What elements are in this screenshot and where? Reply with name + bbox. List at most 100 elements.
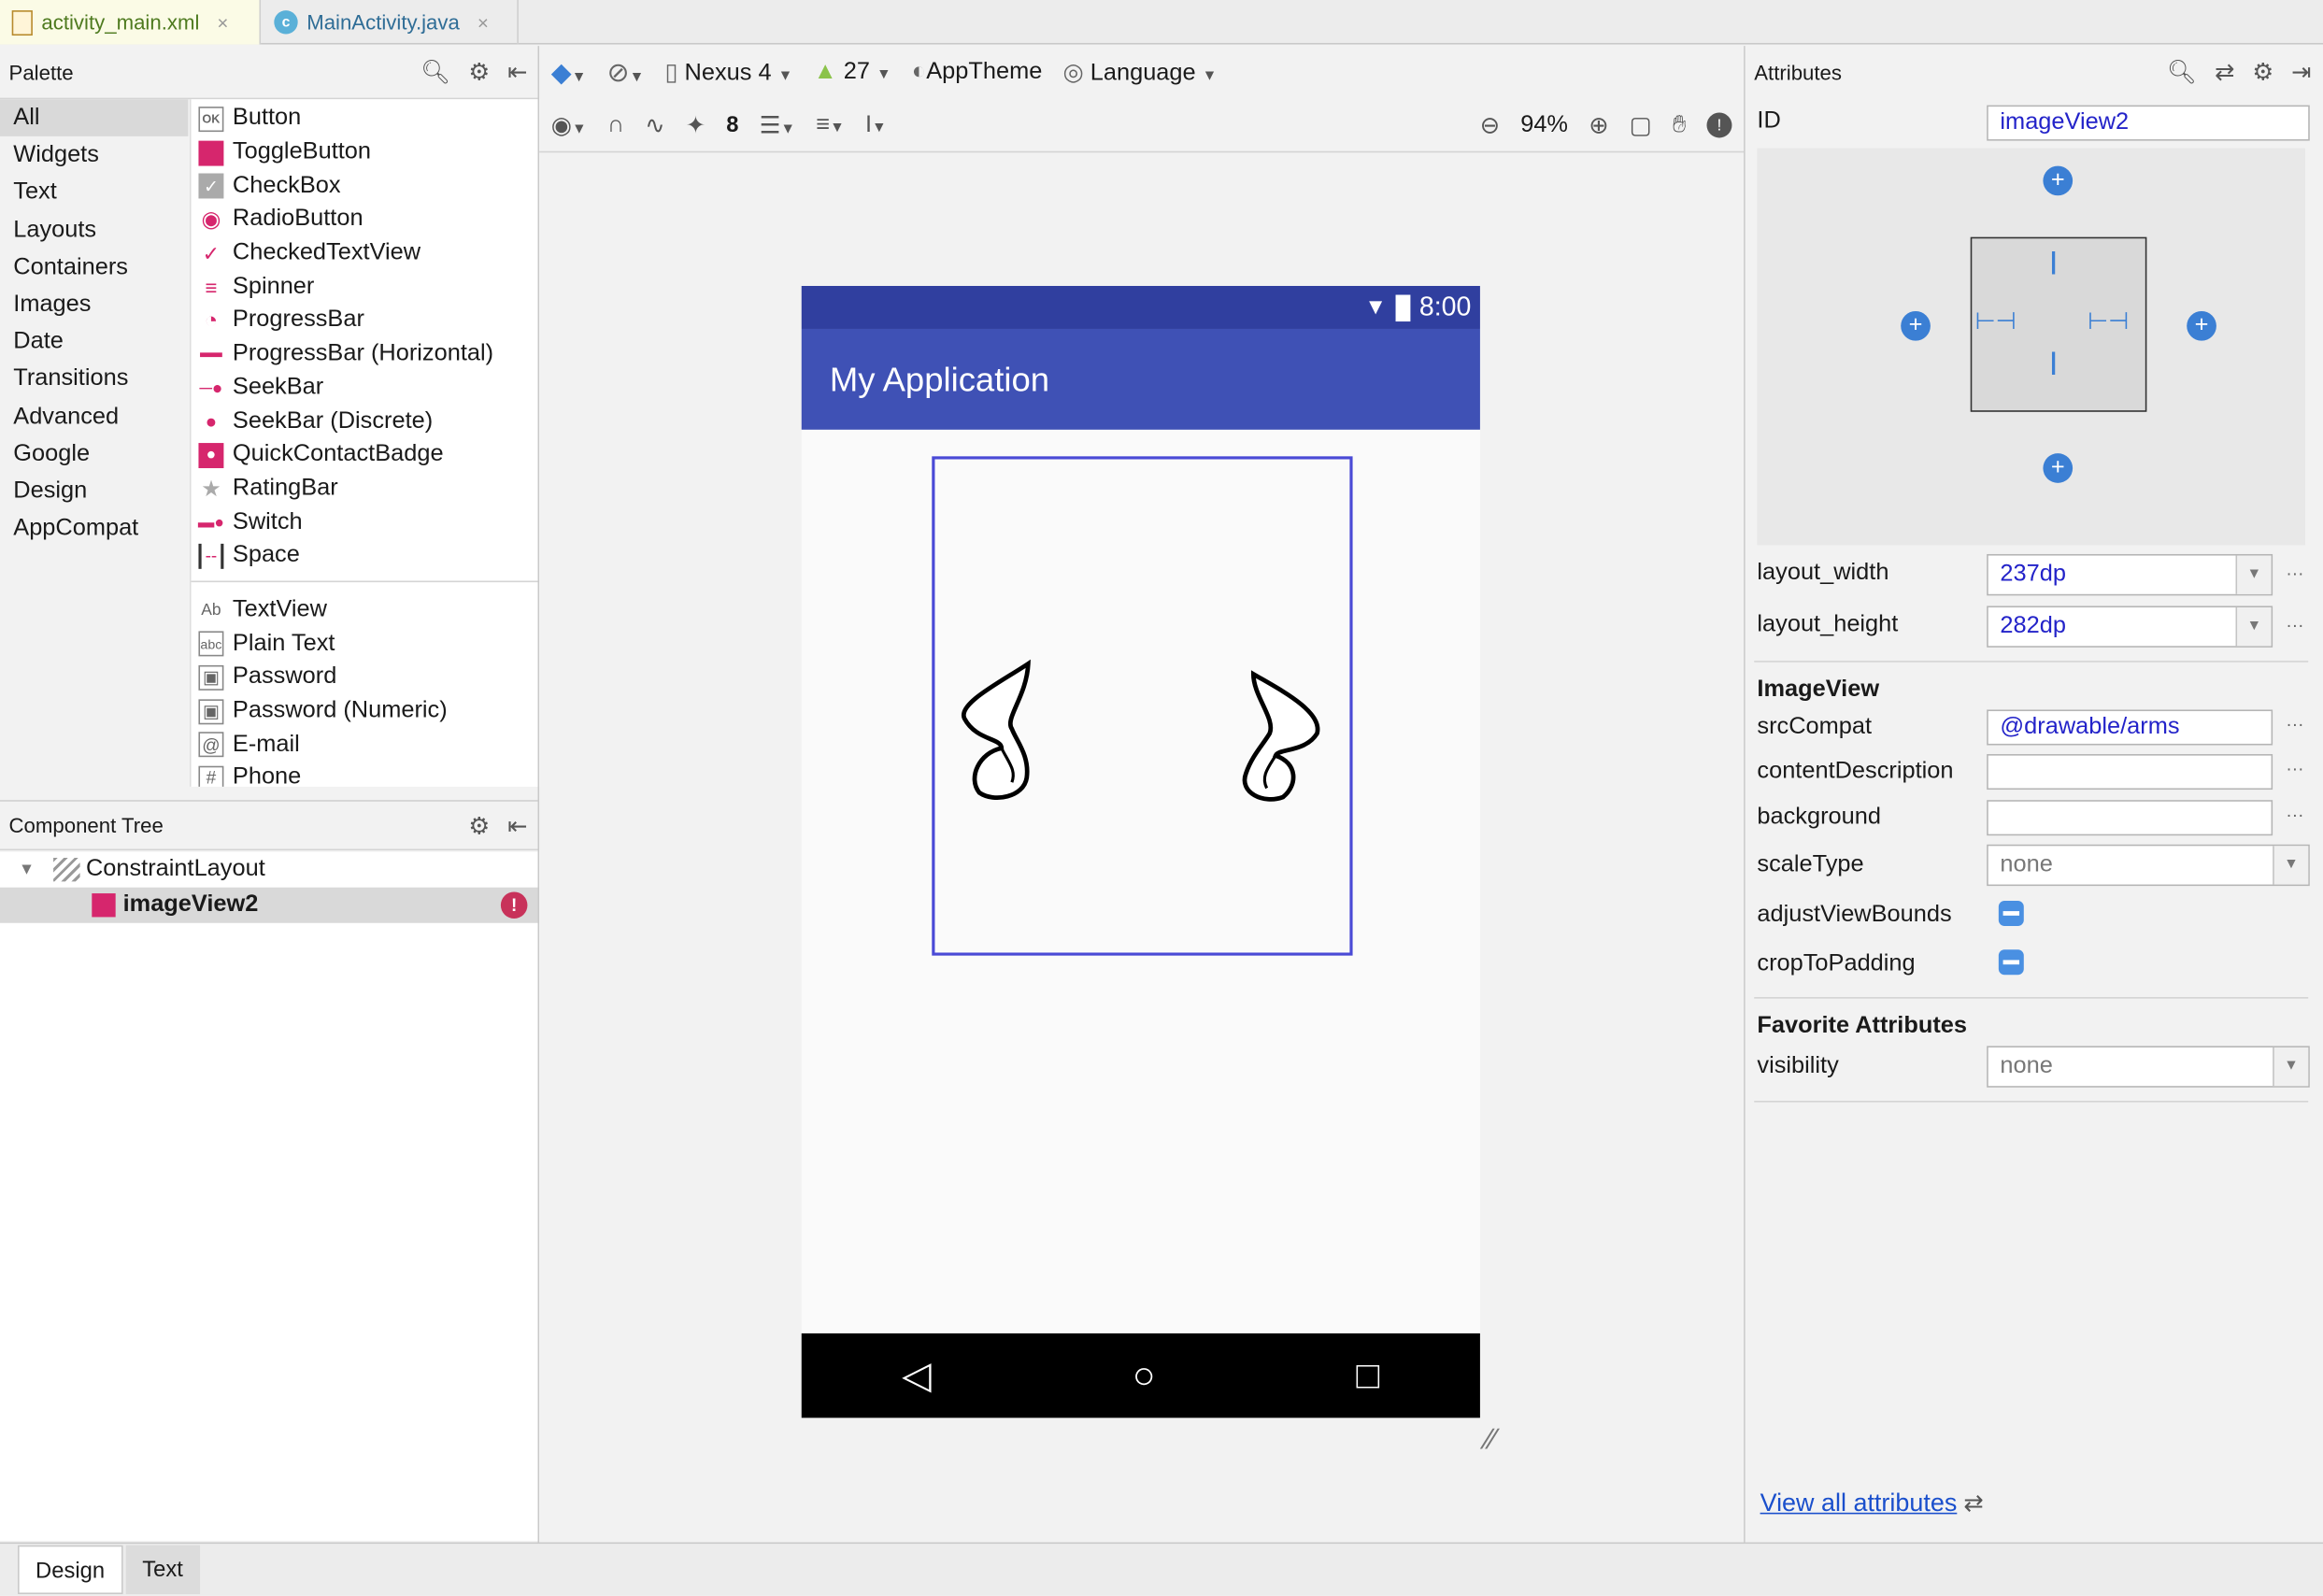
- tab-text[interactable]: Text: [125, 1545, 200, 1594]
- chevron-down-icon[interactable]: ▼: [2273, 846, 2309, 885]
- palette-item-checkbox[interactable]: ✓ CheckBox: [192, 169, 540, 203]
- palette-item-seekbar[interactable]: ─● SeekBar: [192, 371, 540, 405]
- palette-item-password-numeric[interactable]: ▣ Password (Numeric): [192, 694, 540, 728]
- tree-node-imageview2[interactable]: imageView2 !: [0, 887, 540, 923]
- layers-icon[interactable]: ◆▼: [551, 57, 587, 88]
- chevron-down-icon[interactable]: ▼: [2273, 1047, 2309, 1087]
- hide-panel-icon[interactable]: ⇥: [2291, 58, 2311, 88]
- resize-handle-icon[interactable]: ∕∕: [1486, 1424, 1496, 1458]
- collapse-panel-icon[interactable]: ⇤: [507, 812, 527, 842]
- gear-icon[interactable]: ⚙︎: [2252, 58, 2273, 88]
- palette-item-quickcontactbadge[interactable]: ● QuickContactBadge: [192, 438, 540, 472]
- tab-activity-main[interactable]: activity_main.xml ×: [0, 0, 262, 45]
- magnet-icon[interactable]: ∩: [607, 112, 624, 139]
- palette-item-togglebutton[interactable]: ToggleButton: [192, 135, 540, 169]
- palette-item-switch[interactable]: ▬● Switch: [192, 506, 540, 539]
- pan-hand-icon[interactable]: ✋︎: [1673, 112, 1686, 139]
- more-icon[interactable]: ···: [2286, 805, 2303, 825]
- horizontal-constraint-icon[interactable]: ⊢⊣: [2088, 306, 2129, 336]
- category-design[interactable]: Design: [0, 473, 188, 510]
- palette-item-progressbar-horizontal[interactable]: ProgressBar (Horizontal): [192, 337, 540, 371]
- expand-triangle-icon[interactable]: ▼: [0, 861, 53, 878]
- warning-icon[interactable]: !: [1706, 112, 1732, 138]
- selected-imageview[interactable]: [932, 456, 1353, 956]
- content-description-field[interactable]: [1987, 754, 2273, 791]
- layout-width-field[interactable]: 237dp ▼: [1987, 553, 2273, 596]
- close-icon[interactable]: ×: [477, 11, 489, 34]
- category-all[interactable]: All: [0, 99, 189, 137]
- zoom-in-icon[interactable]: ⊕: [1589, 110, 1608, 140]
- recents-icon[interactable]: □: [1357, 1353, 1380, 1399]
- search-icon[interactable]: 🔍︎: [2167, 58, 2197, 88]
- id-field[interactable]: imageView2: [1987, 105, 2310, 141]
- api-selector[interactable]: ▲ 27 ▼: [814, 59, 891, 86]
- vertical-constraint-icon[interactable]: I: [2049, 345, 2059, 383]
- eye-icon[interactable]: ◉▼: [551, 110, 587, 140]
- palette-item-progressbar[interactable]: ◔ ProgressBar: [192, 304, 540, 337]
- add-top-constraint-icon[interactable]: +: [2043, 165, 2074, 196]
- category-google[interactable]: Google: [0, 435, 188, 473]
- gear-icon[interactable]: ⚙︎: [468, 58, 490, 88]
- palette-item-email[interactable]: @ E-mail: [192, 728, 540, 762]
- vertical-constraint-icon[interactable]: I: [2049, 245, 2059, 283]
- palette-item-ratingbar[interactable]: ★ RatingBar: [192, 472, 540, 506]
- palette-item-checkedtextview[interactable]: ✓ CheckedTextView: [192, 236, 540, 270]
- palette-item-password[interactable]: ▣ Password: [192, 661, 540, 694]
- home-icon[interactable]: ○: [1133, 1353, 1156, 1399]
- zoom-out-icon[interactable]: ⊖: [1480, 110, 1500, 140]
- chevron-down-icon[interactable]: ▼: [2235, 607, 2272, 647]
- crop-to-padding-checkbox[interactable]: [1998, 949, 2024, 976]
- orientation-icon[interactable]: ⊘▼: [607, 57, 645, 88]
- tab-main-activity[interactable]: c MainActivity.java ×: [263, 0, 519, 45]
- category-text[interactable]: Text: [0, 174, 188, 211]
- more-icon[interactable]: ···: [2286, 615, 2303, 635]
- search-icon[interactable]: 🔍︎: [420, 58, 450, 88]
- view-all-attributes-link[interactable]: View all attributes: [1760, 1489, 1958, 1517]
- default-margin[interactable]: 8: [726, 112, 738, 137]
- gear-icon[interactable]: ⚙︎: [468, 812, 490, 842]
- swap-view-icon[interactable]: ⇄: [2215, 58, 2234, 88]
- device-selector[interactable]: ▯ Nexus 4 ▼: [664, 58, 792, 88]
- category-layouts[interactable]: Layouts: [0, 211, 188, 249]
- category-images[interactable]: Images: [0, 286, 188, 323]
- guidelines-icon[interactable]: I▼: [865, 112, 887, 139]
- palette-item-textview[interactable]: Ab TextView: [192, 593, 540, 627]
- back-icon[interactable]: ◁: [902, 1353, 932, 1399]
- palette-item-spinner[interactable]: ≡ Spinner: [192, 270, 540, 304]
- language-selector[interactable]: ◎ Language ▼: [1063, 58, 1218, 88]
- tab-design[interactable]: Design: [18, 1545, 123, 1594]
- palette-item-phone[interactable]: # Phone: [192, 762, 540, 787]
- horizontal-constraint-icon[interactable]: ⊢⊣: [1974, 306, 2016, 336]
- add-right-constraint-icon[interactable]: +: [2187, 310, 2216, 341]
- palette-item-plaintext[interactable]: abc Plain Text: [192, 627, 540, 661]
- category-appcompat[interactable]: AppCompat: [0, 510, 188, 548]
- category-date[interactable]: Date: [0, 323, 188, 361]
- category-advanced[interactable]: Advanced: [0, 398, 188, 435]
- theme-selector[interactable]: ◐AppTheme: [912, 59, 1042, 86]
- close-icon[interactable]: ×: [217, 11, 228, 34]
- add-left-constraint-icon[interactable]: +: [1901, 310, 1931, 341]
- view-all-attributes[interactable]: View all attributes ⇄: [1760, 1489, 1984, 1518]
- category-widgets[interactable]: Widgets: [0, 136, 188, 174]
- error-icon[interactable]: !: [500, 891, 528, 919]
- srccompat-field[interactable]: @drawable/arms: [1987, 709, 2273, 746]
- collapse-panel-icon[interactable]: ⇤: [507, 58, 527, 88]
- category-containers[interactable]: Containers: [0, 249, 188, 286]
- add-bottom-constraint-icon[interactable]: +: [2043, 453, 2074, 483]
- palette-item-radiobutton[interactable]: ◉ RadioButton: [192, 203, 540, 236]
- pack-icon[interactable]: ☰▼: [760, 110, 795, 140]
- align-icon[interactable]: ≡▼: [816, 112, 845, 139]
- layout-height-field[interactable]: 282dp ▼: [1987, 606, 2273, 648]
- adjust-view-bounds-checkbox[interactable]: [1998, 900, 2024, 926]
- palette-item-space[interactable]: -- Space: [192, 539, 540, 573]
- more-icon[interactable]: ···: [2286, 563, 2303, 583]
- more-icon[interactable]: ···: [2286, 714, 2303, 734]
- chevron-down-icon[interactable]: ▼: [2235, 555, 2272, 594]
- infer-constraints-icon[interactable]: ✦: [686, 110, 705, 140]
- palette-item-button[interactable]: OK Button: [192, 102, 540, 135]
- palette-item-seekbar-discrete[interactable]: ● SeekBar (Discrete): [192, 405, 540, 438]
- visibility-select[interactable]: none ▼: [1987, 1046, 2310, 1088]
- clear-constraints-icon[interactable]: ∿: [645, 110, 664, 140]
- zoom-fit-icon[interactable]: ▢: [1630, 110, 1652, 140]
- swap-view-icon[interactable]: ⇄: [1963, 1492, 1983, 1518]
